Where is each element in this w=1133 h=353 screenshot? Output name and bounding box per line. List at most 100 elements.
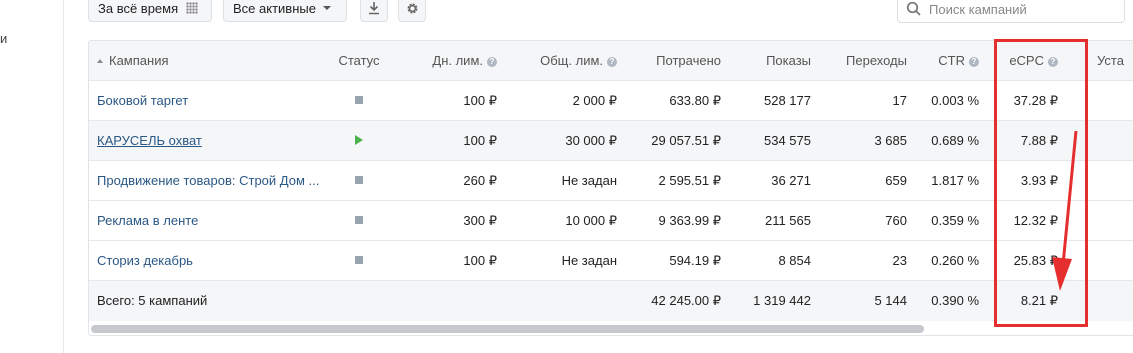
total-label: Всего: 5 кампаний [97, 293, 208, 308]
spent-value: 594.19 ₽ [669, 253, 721, 268]
ecpc-value: 3.93 ₽ [1020, 173, 1058, 188]
header-ctr[interactable]: CTR? [915, 41, 979, 80]
clicks-value: 659 [885, 173, 907, 188]
header-impressions[interactable]: Показы [729, 41, 811, 80]
table-row: КАРУСЕЛЬ охват 100 ₽ 30 000 ₽ 29 057.51 … [89, 121, 1133, 161]
spent-value: 2 595.51 ₽ [658, 173, 722, 188]
total-limit-value[interactable]: Не задан [519, 241, 617, 280]
total-limit-value[interactable]: 10 000 ₽ [519, 201, 617, 240]
campaign-name-link[interactable]: Боковой таргет [97, 81, 325, 120]
ctr-value: 0.359 % [931, 213, 979, 228]
header-ctr-label: CTR [938, 53, 965, 68]
search-icon [906, 1, 921, 16]
header-ecpc-label: eCPC [1009, 53, 1044, 68]
ecpc-value: 7.88 ₽ [1020, 133, 1058, 148]
help-icon[interactable]: ? [969, 57, 979, 67]
header-clicks[interactable]: Переходы [819, 41, 907, 80]
play-icon [355, 135, 363, 145]
spent-value: 9 363.99 ₽ [658, 213, 722, 228]
header-next-column[interactable]: Уста [1097, 41, 1133, 80]
header-status[interactable]: Статус [331, 41, 387, 80]
search-input[interactable] [929, 0, 1119, 19]
header-campaign-label: Кампания [109, 53, 169, 68]
help-icon[interactable]: ? [487, 57, 497, 67]
period-label: За всё время [98, 0, 179, 16]
clicks-value: 17 [892, 93, 907, 108]
table-row: Продвижение товаров: Строй Дом ... 260 ₽… [89, 161, 1133, 201]
impressions-value: 8 854 [778, 253, 811, 268]
stopped-status-icon [355, 96, 363, 104]
clicks-value: 3 685 [874, 133, 907, 148]
status-cell[interactable] [331, 241, 387, 280]
left-sidebar: и [0, 0, 64, 353]
ctr-value: 0.689 % [931, 133, 979, 148]
search-box[interactable] [897, 0, 1125, 23]
stopped-status-icon [355, 256, 363, 264]
daily-limit-value[interactable]: 100 ₽ [409, 81, 497, 120]
header-ecpc[interactable]: eCPC? [989, 41, 1058, 80]
total-clicks: 5 144 [874, 293, 907, 308]
ecpc-value: 37.28 ₽ [1013, 93, 1058, 108]
clicks-value: 23 [892, 253, 907, 268]
header-daily-limit-label: Дн. лим. [432, 53, 483, 68]
table-row: Реклама в ленте 300 ₽ 10 000 ₽ 9 363.99 … [89, 201, 1133, 241]
stopped-status-icon [355, 216, 363, 224]
total-limit-value[interactable]: 30 000 ₽ [519, 121, 617, 160]
daily-limit-value[interactable]: 100 ₽ [409, 241, 497, 280]
total-spent: 42 245.00 ₽ [651, 293, 721, 308]
status-cell[interactable] [331, 161, 387, 200]
settings-button[interactable] [398, 0, 426, 22]
grid-icon [186, 2, 199, 14]
total-impressions: 1 319 442 [753, 293, 811, 308]
total-ecpc: 8.21 ₽ [1020, 293, 1058, 308]
campaign-name-text[interactable]: КАРУСЕЛЬ охват [97, 133, 202, 148]
campaign-name-link[interactable]: КАРУСЕЛЬ охват [97, 121, 325, 160]
table-header: Кампания Статус Дн. лим.? Общ. лим.? Пот… [89, 41, 1133, 81]
status-filter-button[interactable]: Все активные [223, 0, 347, 22]
ecpc-value: 25.83 ₽ [1013, 253, 1058, 268]
daily-limit-value[interactable]: 260 ₽ [409, 161, 497, 200]
gear-icon [407, 3, 417, 13]
header-campaign[interactable]: Кампания [97, 41, 325, 80]
header-total-limit[interactable]: Общ. лим.? [519, 41, 617, 80]
total-limit-value[interactable]: Не задан [519, 161, 617, 200]
spent-value: 29 057.51 ₽ [651, 133, 721, 148]
impressions-value: 211 565 [764, 213, 811, 228]
download-icon [369, 2, 379, 15]
stopped-status-icon [355, 176, 363, 184]
download-button[interactable] [360, 0, 388, 22]
daily-limit-value[interactable]: 300 ₽ [409, 201, 497, 240]
period-select-button[interactable]: За всё время [88, 0, 212, 22]
chevron-down-icon [322, 6, 331, 10]
total-limit-value[interactable]: 2 000 ₽ [519, 81, 617, 120]
status-cell[interactable] [331, 81, 387, 120]
ecpc-value: 12.32 ₽ [1013, 213, 1058, 228]
status-cell[interactable] [331, 121, 387, 160]
header-spent[interactable]: Потрачено [629, 41, 721, 80]
total-ctr: 0.390 % [931, 293, 979, 308]
clicks-value: 760 [885, 213, 907, 228]
table-row: Боковой таргет 100 ₽ 2 000 ₽ 633.80 ₽ 52… [89, 81, 1133, 121]
impressions-value: 528 177 [764, 93, 811, 108]
spent-value: 633.80 ₽ [669, 93, 721, 108]
campaign-name-link[interactable]: Сториз декабрь [97, 241, 325, 280]
campaign-name-link[interactable]: Реклама в ленте [97, 201, 325, 240]
header-daily-limit[interactable]: Дн. лим.? [409, 41, 497, 80]
horizontal-scrollbar[interactable] [91, 325, 924, 333]
header-total-limit-label: Общ. лим. [540, 53, 603, 68]
sort-asc-icon [97, 59, 103, 63]
ctr-value: 0.003 % [931, 93, 979, 108]
table-row: Сториз декабрь 100 ₽ Не задан 594.19 ₽ 8… [89, 241, 1133, 281]
help-icon[interactable]: ? [1048, 57, 1058, 67]
help-icon[interactable]: ? [607, 57, 617, 67]
daily-limit-value[interactable]: 100 ₽ [409, 121, 497, 160]
impressions-value: 36 271 [771, 173, 811, 188]
campaigns-table: Кампания Статус Дн. лим.? Общ. лим.? Пот… [88, 40, 1133, 336]
sidebar-fragment: и [0, 31, 8, 46]
impressions-value: 534 575 [764, 133, 811, 148]
ctr-value: 0.260 % [931, 253, 979, 268]
table-total-row: Всего: 5 кампаний 42 245.00 ₽ 1 319 442 … [89, 281, 1133, 321]
status-cell[interactable] [331, 201, 387, 240]
status-filter-label: Все активные [233, 0, 316, 16]
campaign-name-link[interactable]: Продвижение товаров: Строй Дом ... [97, 161, 325, 200]
